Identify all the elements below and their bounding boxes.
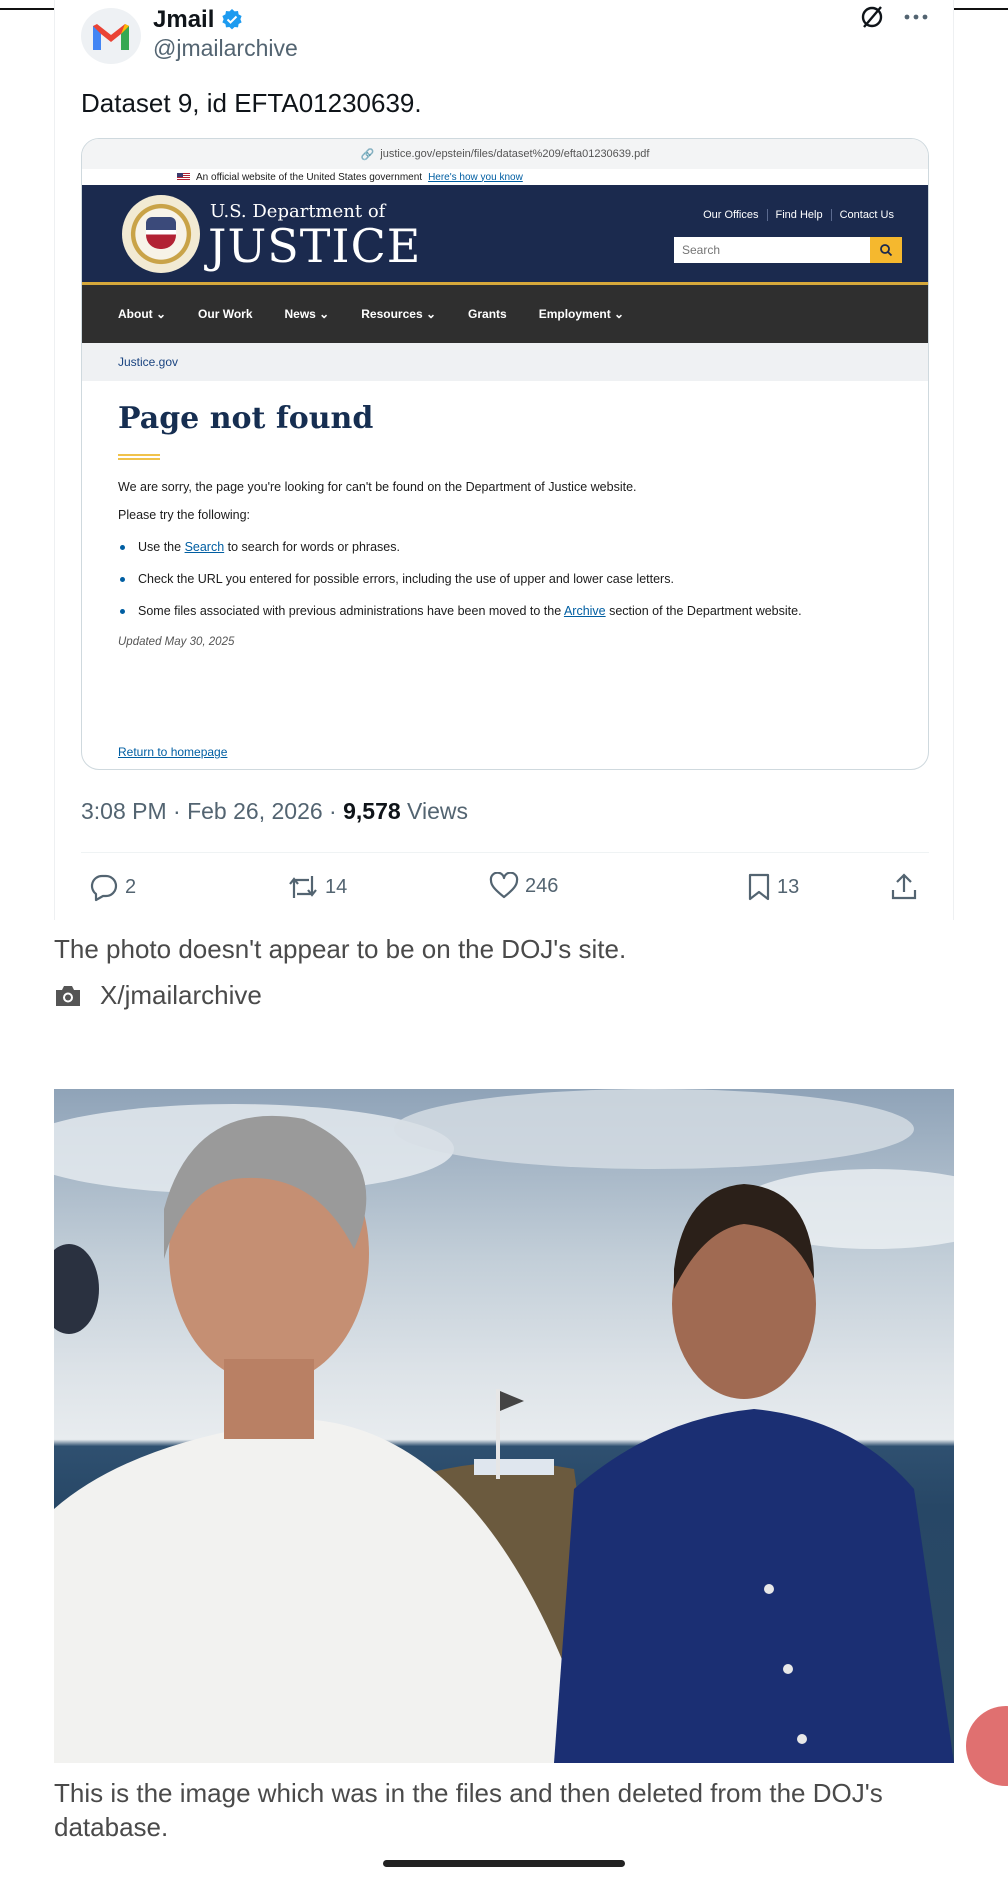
- search-icon: [870, 237, 902, 263]
- doj-nav-employment: Employment ⌄: [538, 307, 625, 321]
- doj-top-links: Our Offices Find Help Contact Us: [695, 209, 902, 221]
- repost-icon: [289, 876, 317, 898]
- home-indicator: [383, 1860, 625, 1867]
- share-icon: [891, 873, 917, 900]
- camera-icon: [56, 985, 80, 1006]
- archive-link: Archive: [563, 604, 606, 618]
- doj-header: U.S. Department of JUSTICE Our Offices F…: [82, 185, 928, 285]
- tweet-action-bar: 2 14 246 13: [81, 872, 929, 912]
- views-count: 9,578: [343, 798, 401, 824]
- gmail-logo-icon: [93, 24, 129, 50]
- suggestion-item: Check the URL you entered for possible e…: [118, 572, 892, 586]
- like-button[interactable]: 246: [489, 872, 558, 900]
- doj-breadcrumb: Justice.gov: [82, 343, 928, 381]
- display-name-text: Jmail: [153, 6, 215, 33]
- embedded-tweet: Jmail @jmailarchive Dataset 9, id EFTA01…: [54, 0, 954, 920]
- verified-badge-icon: [222, 9, 242, 30]
- photo-caption-2: This is the image which was in the files…: [54, 1778, 883, 1842]
- bookmark-button[interactable]: 13: [747, 872, 799, 902]
- gov-banner: An official website of the United States…: [82, 169, 928, 185]
- repost-count: 14: [325, 875, 348, 898]
- link-icon: 🔗: [360, 148, 375, 161]
- grok-icon[interactable]: [859, 4, 885, 30]
- repost-button[interactable]: 14: [287, 872, 347, 902]
- tweet-time: 3:08 PM · Feb 26, 2026 ·: [81, 798, 344, 824]
- tweet-top-actions: [859, 4, 929, 30]
- like-count: 246: [525, 874, 559, 897]
- return-homepage-link: Return to homepage: [118, 745, 228, 759]
- reply-icon: [90, 874, 118, 902]
- photo-credit-text: X/jmailarchive: [100, 980, 262, 1010]
- display-name[interactable]: Jmail: [153, 6, 244, 34]
- doj-link-contact: Contact Us: [830, 209, 902, 221]
- doj-nav: About ⌄ Our Work News ⌄ Resources ⌄ Gran…: [82, 285, 928, 343]
- avatar[interactable]: [81, 8, 141, 64]
- page-not-found-title: Page not found: [118, 401, 374, 436]
- article-photo[interactable]: [54, 1089, 954, 1763]
- search-link: Search: [184, 540, 225, 554]
- doj-link-help: Find Help: [766, 209, 831, 221]
- screenshot-url-bar: 🔗 justice.gov/epstein/files/dataset%209/…: [82, 139, 928, 169]
- us-flag-icon: [177, 173, 190, 181]
- doj-link-offices: Our Offices: [703, 209, 759, 221]
- doj-search: [674, 237, 902, 263]
- doj-search-input: [674, 237, 870, 263]
- try-following: Please try the following:: [118, 508, 251, 522]
- doj-nav-news: News ⌄: [284, 307, 330, 321]
- reply-button[interactable]: 2: [89, 872, 136, 902]
- floating-action-button[interactable]: [966, 1706, 1008, 1786]
- bookmark-count: 13: [777, 875, 800, 898]
- doj-nav-grants: Grants: [468, 307, 507, 321]
- divider: [81, 852, 929, 853]
- doj-nav-our-work: Our Work: [198, 307, 253, 321]
- reply-count: 2: [125, 875, 137, 898]
- heart-icon: [489, 872, 519, 899]
- doj-nav-about: About ⌄: [118, 307, 167, 321]
- views-label: Views: [400, 798, 468, 824]
- handle[interactable]: @jmailarchive: [153, 35, 298, 62]
- suggestion-list: Use the Search to search for words or ph…: [118, 540, 892, 618]
- gov-banner-text: An official website of the United States…: [196, 171, 423, 183]
- doj-title: JUSTICE: [208, 219, 422, 273]
- bookmark-icon: [748, 873, 770, 901]
- attached-screenshot[interactable]: 🔗 justice.gov/epstein/files/dataset%209/…: [81, 138, 929, 770]
- title-rule: [118, 454, 160, 460]
- suggestion-item: Some files associated with previous admi…: [118, 604, 892, 618]
- doj-nav-resources: Resources ⌄: [361, 307, 437, 321]
- suggestion-item: Use the Search to search for words or ph…: [118, 540, 892, 554]
- photo-caption: The photo doesn't appear to be on the DO…: [54, 934, 627, 964]
- doj-body: Page not found We are sorry, the page yo…: [82, 381, 928, 759]
- not-found-message: We are sorry, the page you're looking fo…: [118, 480, 637, 494]
- gov-banner-link: Here's how you know: [428, 171, 523, 183]
- tweet-text: Dataset 9, id EFTA01230639.: [81, 88, 422, 118]
- share-button[interactable]: [889, 872, 919, 902]
- photo-illustration: [54, 1089, 954, 1763]
- screenshot-url: justice.gov/epstein/files/dataset%209/ef…: [380, 148, 650, 160]
- updated-date: Updated May 30, 2025: [118, 636, 235, 648]
- doj-seal-icon: [122, 195, 200, 273]
- tweet-timestamp[interactable]: 3:08 PM · Feb 26, 2026 · 9,578 Views: [81, 798, 468, 825]
- photo-credit: X/jmailarchive: [54, 980, 262, 1011]
- more-icon[interactable]: [903, 12, 929, 22]
